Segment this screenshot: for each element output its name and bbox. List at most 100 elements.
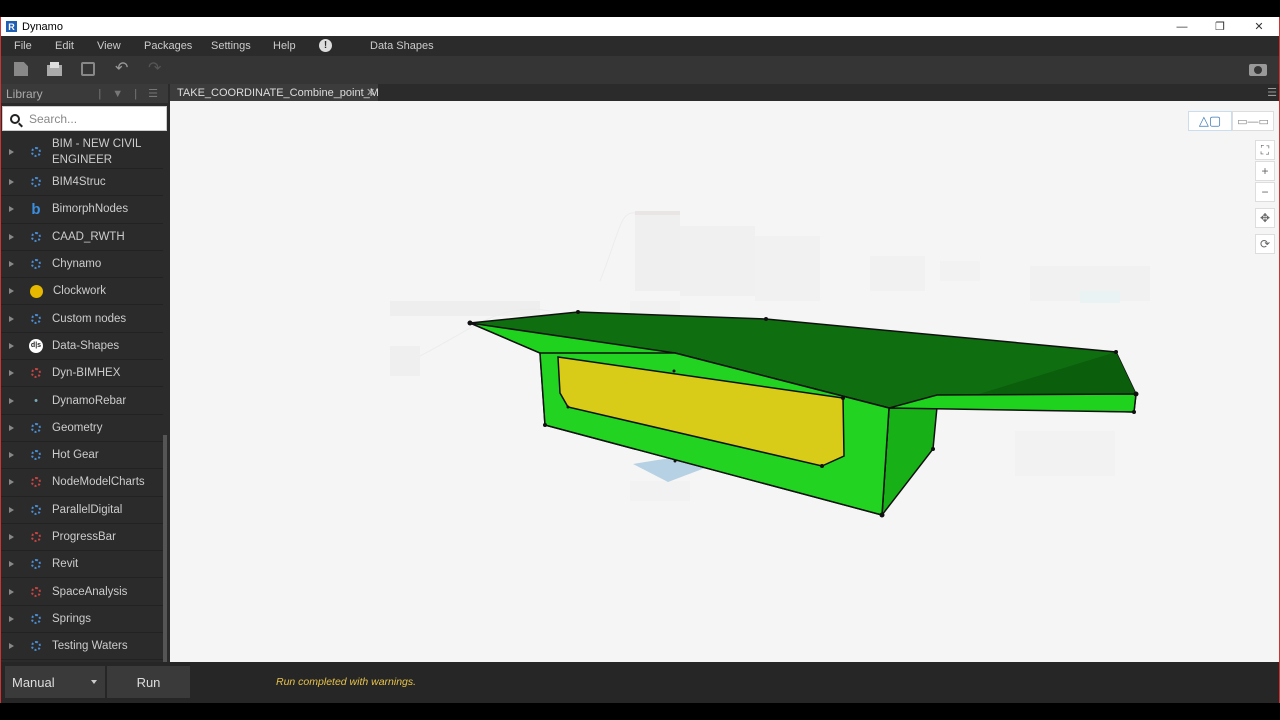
menu-view[interactable]: View xyxy=(97,40,121,52)
expand-arrow-icon[interactable] xyxy=(9,615,14,622)
menu-edit[interactable]: Edit xyxy=(55,40,74,52)
menu-packages[interactable]: Packages xyxy=(144,40,192,52)
library-item[interactable]: Springs xyxy=(1,606,163,634)
expand-arrow-icon[interactable] xyxy=(9,479,14,486)
toolbar: ↶ ↷ xyxy=(1,56,1279,84)
undo-icon[interactable]: ↶ xyxy=(115,58,133,77)
menu-data-shapes[interactable]: Data Shapes xyxy=(370,40,434,52)
library-filter-icon[interactable]: | ▼ | ☰ xyxy=(98,87,162,100)
save-icon[interactable] xyxy=(81,62,95,76)
close-icon[interactable]: ✕ xyxy=(1240,17,1278,36)
library-search[interactable] xyxy=(2,106,167,131)
library-item[interactable]: NodeModelCharts xyxy=(1,469,163,497)
menu-file[interactable]: File xyxy=(14,40,32,52)
library-item[interactable]: Geometry xyxy=(1,415,163,442)
package-icon xyxy=(31,504,41,515)
expand-arrow-icon[interactable] xyxy=(9,233,14,240)
library-item[interactable]: b BimorphNodes xyxy=(1,196,163,224)
library-item[interactable]: SpaceAnalysis xyxy=(1,578,163,606)
expand-arrow-icon[interactable] xyxy=(9,397,14,404)
library-search-input[interactable] xyxy=(29,111,159,126)
expand-arrow-icon[interactable] xyxy=(9,288,14,295)
orbit-icon[interactable]: ⟳ xyxy=(1255,234,1275,254)
execution-bar: Manual Run Run completed with warnings. xyxy=(1,662,1279,703)
expand-arrow-icon[interactable] xyxy=(9,643,14,650)
package-icon xyxy=(31,231,41,242)
expand-arrow-icon[interactable] xyxy=(9,342,14,349)
expand-arrow-icon[interactable] xyxy=(9,452,14,459)
workspace-tab[interactable]: TAKE_COORDINATE_Combine_point_MC xyxy=(170,84,378,101)
library-item[interactable]: Clockwork xyxy=(1,278,163,306)
geometry-view-toggle[interactable]: △▢ xyxy=(1188,111,1232,131)
package-icon xyxy=(31,313,41,324)
expand-arrow-icon[interactable] xyxy=(9,534,14,540)
restore-icon[interactable]: ❐ xyxy=(1201,17,1239,36)
menu-bar: File Edit View Packages Settings Help ! … xyxy=(1,36,1279,56)
library-item-label: Dyn-BIMHEX xyxy=(52,367,121,380)
library-item[interactable]: Testing Waters xyxy=(1,633,163,661)
tab-menu-icon[interactable]: ☰ xyxy=(1267,86,1277,99)
notification-alert-icon[interactable]: ! xyxy=(319,39,332,52)
library-item[interactable]: Hot Gear xyxy=(1,442,163,470)
zoom-out-icon[interactable]: − xyxy=(1255,182,1275,202)
package-icon xyxy=(31,586,41,597)
library-item-label: BIM4Struc xyxy=(52,176,106,189)
expand-arrow-icon[interactable] xyxy=(9,179,14,186)
expand-arrow-icon[interactable] xyxy=(9,506,14,513)
library-item[interactable]: CAAD_RWTH xyxy=(1,224,163,251)
library-item-label: NodeModelCharts xyxy=(52,476,145,489)
run-mode-dropdown[interactable]: Manual xyxy=(5,666,105,698)
graph-view-icon: ▭—▭ xyxy=(1237,115,1269,128)
workspace-tab-strip: TAKE_COORDINATE_Combine_point_MC ✕ ☰ xyxy=(170,84,1279,101)
new-file-icon[interactable] xyxy=(14,62,28,76)
zoom-in-icon[interactable]: + xyxy=(1255,161,1275,181)
library-item[interactable]: ParallelDigital xyxy=(1,497,163,524)
expand-arrow-icon[interactable] xyxy=(9,261,14,268)
package-icon xyxy=(31,613,41,624)
library-item[interactable]: Revit xyxy=(1,551,163,579)
graph-view-toggle[interactable]: ▭—▭ xyxy=(1232,111,1274,131)
expand-arrow-icon[interactable] xyxy=(9,561,14,568)
dynamo-window: R Dynamo — ❐ ✕ File Edit View Packages S… xyxy=(0,17,1280,720)
library-package-list: BIM - NEW CIVIL ENGINEER BIM4Struc b Bimorp… xyxy=(1,135,163,664)
bimorph-icon: b xyxy=(31,200,41,218)
library-item[interactable]: Dyn-BIMHEX xyxy=(1,360,163,388)
package-icon xyxy=(31,477,41,488)
library-item-label: CAAD_RWTH xyxy=(52,230,125,243)
camera-icon[interactable] xyxy=(1249,64,1267,76)
expand-arrow-icon[interactable] xyxy=(9,424,14,431)
menu-settings[interactable]: Settings xyxy=(211,40,251,52)
library-item[interactable]: BIM - NEW CIVIL ENGINEER xyxy=(1,135,163,169)
library-item[interactable]: d|s Data-Shapes xyxy=(1,333,163,361)
library-item[interactable]: BIM4Struc xyxy=(1,169,163,197)
library-item[interactable]: Custom nodes xyxy=(1,305,163,333)
canvas-navigation: ⛶ + − ✥ ⟳ xyxy=(1255,140,1275,255)
rebar-icon: • xyxy=(34,394,38,407)
library-item[interactable]: • DynamoRebar xyxy=(1,387,163,415)
library-item-label: Chynamo xyxy=(52,258,102,271)
expand-arrow-icon[interactable] xyxy=(9,148,14,155)
expand-arrow-icon[interactable] xyxy=(9,588,14,595)
search-icon xyxy=(10,113,20,124)
minimize-icon[interactable]: — xyxy=(1163,17,1201,36)
screen-bottom-border xyxy=(0,703,1280,720)
package-icon xyxy=(31,368,41,379)
expand-arrow-icon[interactable] xyxy=(9,206,14,213)
zoom-to-fit-icon[interactable]: ⛶ xyxy=(1255,140,1275,160)
library-item-label: BimorphNodes xyxy=(52,203,129,216)
library-item-label: Clockwork xyxy=(53,285,107,298)
background-3d-preview-canvas[interactable]: △▢ ▭—▭ ⛶ + − ✥ ⟳ xyxy=(170,101,1279,662)
menu-help[interactable]: Help xyxy=(273,40,296,52)
library-item[interactable]: ProgressBar xyxy=(1,524,163,552)
expand-arrow-icon[interactable] xyxy=(9,370,14,377)
redo-icon[interactable]: ↷ xyxy=(148,58,166,77)
library-item[interactable]: Chynamo xyxy=(1,251,163,279)
library-item-label: BIM - NEW CIVIL ENGINEER xyxy=(52,137,142,166)
web-face xyxy=(881,406,938,518)
tab-close-icon[interactable]: ✕ xyxy=(366,86,375,99)
pan-icon[interactable]: ✥ xyxy=(1255,208,1275,228)
open-file-icon[interactable] xyxy=(47,62,62,76)
library-item-label: Testing Waters xyxy=(52,640,128,653)
run-button[interactable]: Run xyxy=(107,666,190,698)
expand-arrow-icon[interactable] xyxy=(9,315,14,322)
